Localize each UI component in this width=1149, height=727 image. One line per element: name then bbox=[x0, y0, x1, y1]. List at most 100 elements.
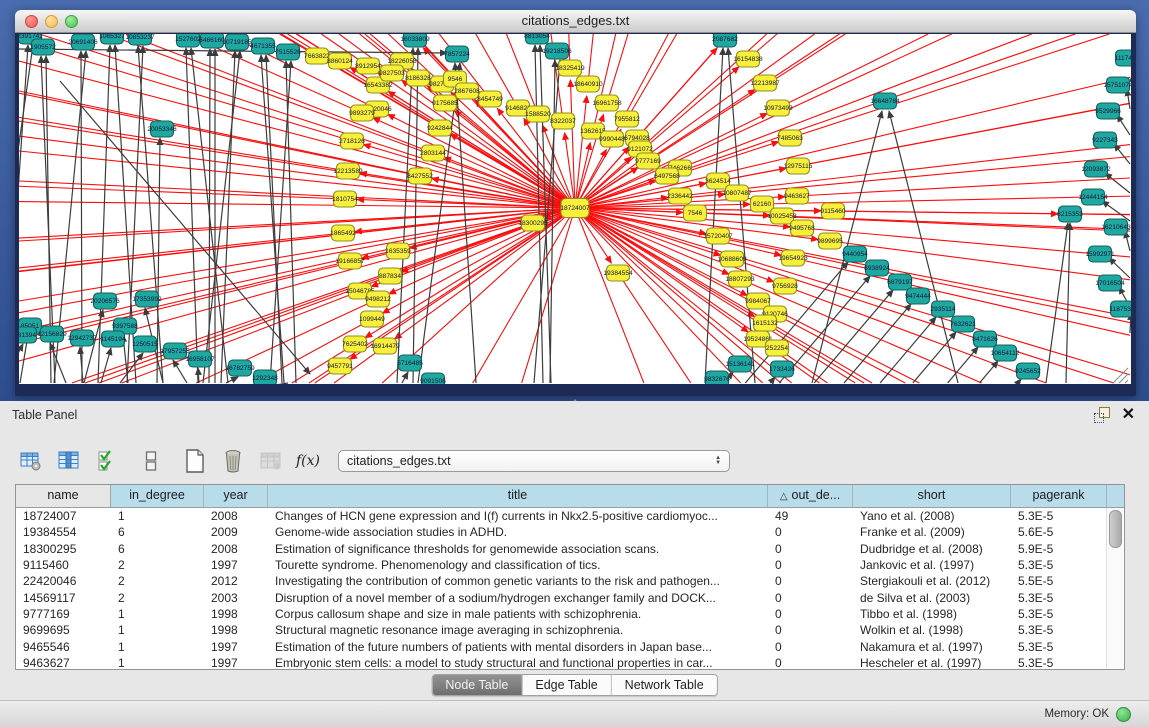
table-row[interactable]: 2242004622012Investigating the contribut… bbox=[16, 573, 1124, 589]
node-table[interactable]: namein_degreeyeartitle△out_de...shortpag… bbox=[15, 484, 1125, 670]
graph-edge[interactable] bbox=[913, 332, 956, 383]
graph-edge[interactable] bbox=[607, 34, 628, 103]
graph-edge[interactable] bbox=[844, 304, 911, 383]
network-view-window[interactable]: citations_edges.txt 23917411905572206914… bbox=[15, 10, 1136, 396]
table-row[interactable]: 946362711997Embryonic stem cells: a mode… bbox=[16, 655, 1124, 670]
graph-node-label: 9529966 bbox=[1095, 108, 1121, 115]
window-titlebar[interactable]: citations_edges.txt bbox=[15, 10, 1136, 33]
select-rows-icon[interactable] bbox=[92, 447, 122, 475]
table-row[interactable]: 977716911998Corpus callosum shape and si… bbox=[16, 606, 1124, 622]
graph-node-label: 15992971 bbox=[1085, 251, 1115, 258]
graph-node-label: 8454749 bbox=[477, 96, 503, 103]
graph-node-label: 7515526 bbox=[275, 49, 301, 56]
network-canvas[interactable]: 2391741190557220691406106532710853237152… bbox=[19, 34, 1131, 384]
table-row[interactable]: 946554611997Estimation of the future num… bbox=[16, 638, 1124, 654]
graph-edge[interactable] bbox=[1066, 223, 1070, 383]
float-panel-icon[interactable] bbox=[1094, 407, 1110, 423]
graph-edge[interactable] bbox=[1105, 173, 1130, 193]
graph-edge[interactable] bbox=[575, 77, 1130, 208]
graph-edge[interactable] bbox=[705, 48, 723, 383]
memory-ok-indicator[interactable] bbox=[1116, 707, 1131, 722]
column-header-year[interactable]: year bbox=[204, 485, 268, 507]
tab-network-table[interactable]: Network Table bbox=[612, 675, 717, 695]
column-visibility-icon[interactable] bbox=[54, 447, 84, 475]
table-cell: 19384554 bbox=[16, 524, 111, 540]
table-row[interactable]: 1938455462009Genome-wide association stu… bbox=[16, 524, 1124, 540]
table-row[interactable]: 1456911722003Disruption of a novel membe… bbox=[16, 589, 1124, 605]
table-cell: 6 bbox=[111, 541, 204, 557]
graph-edge[interactable] bbox=[473, 208, 575, 383]
row-height-icon[interactable] bbox=[136, 447, 166, 475]
graph-edge[interactable] bbox=[765, 34, 839, 83]
graph-edge[interactable] bbox=[575, 208, 644, 383]
table-row[interactable]: 911546021997Tourette syndrome. Phenomeno… bbox=[16, 557, 1124, 573]
graph-edge[interactable] bbox=[455, 63, 476, 383]
graph-node-label: 2087682 bbox=[712, 36, 738, 43]
graph-edge[interactable] bbox=[833, 211, 1130, 214]
graph-edge[interactable] bbox=[1018, 379, 1021, 383]
zoom-window-button[interactable] bbox=[65, 15, 78, 28]
table-cell: 2008 bbox=[204, 508, 268, 524]
graph-edge[interactable] bbox=[19, 186, 345, 199]
table-settings-icon[interactable] bbox=[16, 447, 46, 475]
function-builder-icon[interactable]: f(x) bbox=[296, 453, 320, 469]
table-cell: 2 bbox=[111, 590, 204, 606]
graph-edge[interactable] bbox=[1117, 115, 1130, 135]
network-graph[interactable]: 2391741190557220691406106532710853237152… bbox=[19, 34, 1131, 384]
graph-node-label: 9091506 bbox=[420, 378, 446, 384]
column-header-title[interactable]: title bbox=[268, 485, 768, 507]
delete-table-icon[interactable] bbox=[218, 447, 248, 475]
close-panel-icon[interactable]: ✕ bbox=[1122, 407, 1135, 423]
table-row[interactable]: 1830029562008Estimation of significance … bbox=[16, 541, 1124, 557]
scrollbar-thumb[interactable] bbox=[1109, 510, 1122, 548]
graph-edge[interactable] bbox=[19, 91, 575, 208]
table-cell: 9777169 bbox=[16, 606, 111, 622]
graph-edge[interactable] bbox=[266, 55, 282, 383]
table-selector-dropdown[interactable]: citations_edges.txt ▲▼ bbox=[338, 450, 730, 472]
graph-edge[interactable] bbox=[19, 208, 575, 241]
column-header-pagerank[interactable]: pagerank bbox=[1011, 485, 1107, 507]
table-header[interactable]: namein_degreeyeartitle△out_de...shortpag… bbox=[16, 485, 1124, 508]
graph-edge[interactable] bbox=[1114, 144, 1130, 164]
graph-edge[interactable] bbox=[1102, 201, 1130, 221]
graph-edge[interactable] bbox=[770, 377, 775, 383]
column-header-out-de-[interactable]: △out_de... bbox=[768, 485, 853, 507]
graph-edge[interactable] bbox=[762, 196, 1130, 204]
table-cell: 5.5E-5 bbox=[1011, 573, 1107, 589]
graph-edge[interactable] bbox=[101, 348, 111, 383]
graph-edge[interactable] bbox=[637, 34, 729, 138]
column-header-name[interactable]: name bbox=[16, 485, 111, 507]
table-row[interactable]: 969969511998Structural magnetic resonanc… bbox=[16, 622, 1124, 638]
tab-edge-table[interactable]: Edge Table bbox=[522, 675, 611, 695]
graph-edge[interactable] bbox=[19, 151, 575, 208]
graph-node-label: 887834 bbox=[379, 273, 401, 280]
graph-edge[interactable] bbox=[173, 360, 187, 383]
graph-edge[interactable] bbox=[814, 290, 893, 383]
minimize-window-button[interactable] bbox=[45, 15, 58, 28]
graph-edge[interactable] bbox=[575, 34, 815, 208]
graph-edge[interactable] bbox=[618, 273, 691, 383]
table-cell: 1998 bbox=[204, 606, 268, 622]
graph-node-label: 7625402 bbox=[342, 341, 368, 348]
graph-edge[interactable] bbox=[575, 208, 1130, 375]
close-window-button[interactable] bbox=[25, 15, 38, 28]
column-header-in-degree[interactable]: in_degree bbox=[111, 485, 204, 507]
graph-edge[interactable] bbox=[402, 372, 408, 383]
tab-node-table[interactable]: Node Table bbox=[432, 675, 522, 695]
status-bar: Memory: OK bbox=[0, 700, 1149, 727]
graph-edge[interactable] bbox=[627, 34, 677, 119]
graph-edge[interactable] bbox=[1046, 223, 1068, 383]
new-table-icon[interactable] bbox=[180, 447, 210, 475]
column-header-short[interactable]: short bbox=[853, 485, 1011, 507]
graph-edge[interactable] bbox=[980, 361, 999, 383]
graph-edge[interactable] bbox=[778, 34, 928, 108]
graph-edge[interactable] bbox=[880, 317, 936, 383]
graph-node-label: 16914479 bbox=[370, 343, 400, 350]
graph-edge[interactable] bbox=[19, 261, 350, 339]
table-row[interactable]: 1872400712008Changes of HCN gene express… bbox=[16, 508, 1124, 524]
graph-node-label: 9990448 bbox=[599, 136, 625, 143]
table-scrollbar[interactable] bbox=[1106, 508, 1123, 668]
graph-node-label: 1250515 bbox=[132, 341, 158, 348]
graph-node-label: 15720407 bbox=[703, 233, 733, 240]
graph-node-label: 62160 bbox=[753, 201, 772, 208]
